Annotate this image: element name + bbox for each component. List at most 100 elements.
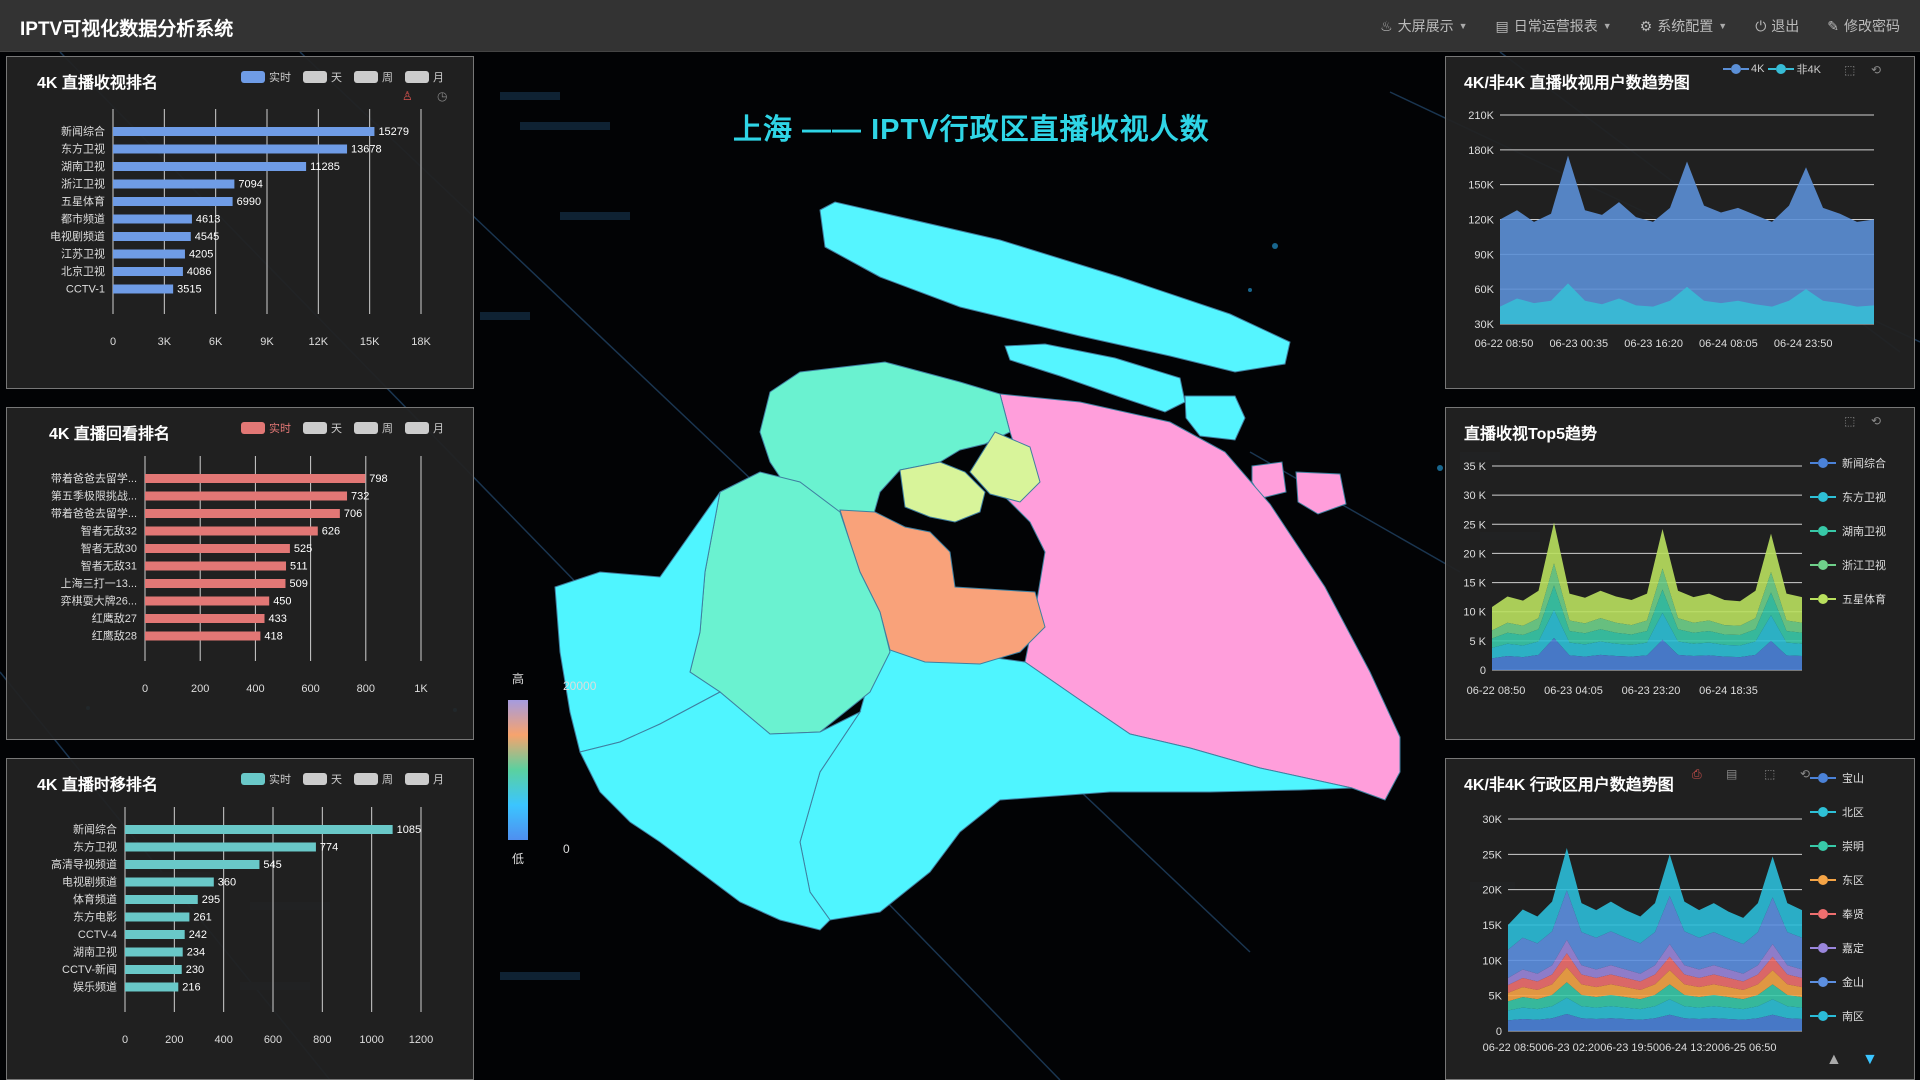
power-icon: ⏻: [1755, 17, 1767, 34]
x-tick-label: 18K: [411, 336, 431, 348]
legend-label: 崇明: [1842, 841, 1864, 853]
value-label: 732: [351, 491, 369, 503]
visualmap-max: 20000: [563, 679, 597, 693]
x-tick-label: 06-24 13:20: [1659, 1042, 1718, 1054]
bar: [125, 930, 185, 939]
nav-settings[interactable]: ⚙ 系统配置 ▼: [1640, 16, 1727, 36]
x-tick-label: 06-23 19:50: [1600, 1042, 1659, 1054]
x-tick-label: 600: [264, 1034, 282, 1046]
legend-label: 北区: [1842, 807, 1864, 819]
legend-item[interactable]: 东方卫视: [1810, 480, 1886, 514]
value-label: 295: [202, 894, 220, 906]
legend-swatch: [1810, 875, 1836, 885]
category-label: 东方卫视: [73, 840, 117, 854]
value-label: 450: [273, 596, 291, 608]
x-tick-label: 400: [214, 1034, 232, 1046]
y-tick-label: 25K: [1482, 849, 1502, 861]
value-label: 13678: [351, 144, 382, 156]
y-tick-label: 30K: [1482, 814, 1502, 826]
legend-item[interactable]: 金山: [1810, 965, 1864, 999]
value-label: 230: [186, 964, 204, 976]
bar: [125, 842, 316, 852]
legend-item[interactable]: 新闻综合: [1810, 446, 1886, 480]
legend-item[interactable]: 东区: [1810, 863, 1864, 897]
nav-dashboard-label: 大屏展示: [1397, 18, 1454, 34]
bar-chart-replay: 0 200 400 600 800 1K 带着爸爸去留学... 798 第五季极限挑战... 73…: [51, 456, 428, 695]
bar: [145, 631, 261, 641]
nav-reports[interactable]: ▤ 日常运营报表 ▼: [1496, 16, 1612, 36]
x-tick-label: 200: [165, 1034, 183, 1046]
category-label: 智者无敌30: [81, 541, 137, 555]
legend-label: 五星体育: [1842, 594, 1886, 606]
legend-item[interactable]: 嘉定: [1810, 931, 1864, 965]
visualmap-slider[interactable]: [508, 700, 528, 840]
category-label: 红鹰敌27: [92, 611, 137, 625]
legend-item[interactable]: 北区: [1810, 795, 1864, 829]
value-label: 216: [182, 982, 200, 994]
x-tick-label: 06-25 06:50: [1718, 1042, 1777, 1054]
y-tick-label: 15K: [1482, 920, 1502, 932]
chevron-down-icon: ▼: [1458, 21, 1468, 31]
legend-item[interactable]: 湖南卫视: [1810, 514, 1886, 548]
legend-item[interactable]: 五星体育: [1810, 582, 1886, 616]
y-tick-label: 0: [1496, 1026, 1502, 1038]
nav-reports-label: 日常运营报表: [1513, 18, 1598, 34]
category-label: 浙江卫视: [61, 177, 105, 191]
replay-rank-panel: 4K 直播回看排名 实时 天 周 月 0 200 400 600 800 1K 带着爸爸去留…: [6, 407, 474, 740]
x-tick-label: 400: [246, 683, 264, 695]
scroll-up-icon[interactable]: ▲: [1826, 1051, 1842, 1069]
category-label: 东方电影: [73, 910, 117, 924]
legend-label: 奉贤: [1842, 909, 1864, 921]
value-label: 6990: [237, 196, 261, 208]
value-label: 798: [369, 473, 387, 485]
x-tick-label: 1200: [409, 1034, 433, 1046]
category-label: 智者无敌32: [81, 524, 137, 538]
x-tick-label: 1000: [359, 1034, 383, 1046]
legend-item[interactable]: 崇明: [1810, 829, 1864, 863]
legend-swatch: [1810, 807, 1836, 817]
y-tick-label: 20K: [1482, 885, 1502, 897]
nav-logout[interactable]: ⏻ 退出: [1755, 16, 1799, 36]
nav-dashboard[interactable]: ♨ 大屏展示 ▼: [1380, 16, 1467, 36]
legend-item[interactable]: 奉贤: [1810, 897, 1864, 931]
district-panel: 4K/非4K 行政区用户数趋势图 ⎙ ▤ ⬚ ⟲ 0 5K 10K 15K 20K 25K…: [1445, 758, 1915, 1080]
legend-swatch: [1810, 594, 1836, 604]
y-tick-label: 90K: [1474, 249, 1494, 261]
legend-label: 南区: [1842, 1011, 1864, 1023]
legend-label: 嘉定: [1842, 943, 1864, 955]
legend-label: 湖南卫视: [1842, 526, 1886, 538]
bar: [125, 912, 190, 922]
category-label: 娱乐频道: [73, 980, 117, 994]
value-label: 261: [193, 912, 211, 924]
category-label: 上海三打一13...: [61, 576, 137, 590]
bar: [113, 127, 375, 136]
bar: [125, 877, 214, 887]
value-label: 511: [290, 561, 308, 573]
bar: [113, 249, 185, 259]
legend-item[interactable]: 浙江卫视: [1810, 548, 1886, 582]
x-tick-label: 06-22 08:50: [1475, 338, 1534, 350]
top5-panel: 直播收视Top5趋势 ⬚ ⟲ 05 K 10 K 15 K 20 K 25 K 30 K3…: [1445, 407, 1915, 740]
x-tick-label: 06-24 18:35: [1699, 685, 1758, 697]
bar: [113, 197, 233, 206]
series-legend: 宝山北区崇明东区奉贤嘉定金山南区: [1810, 761, 1864, 1033]
x-tick-label: 0: [142, 683, 148, 695]
y-tick-label: 150K: [1468, 180, 1494, 192]
legend-swatch: [1810, 560, 1836, 570]
legend-item[interactable]: 南区: [1810, 999, 1864, 1033]
x-tick-label: 06-23 02:20: [1541, 1042, 1600, 1054]
x-tick-label: 1K: [414, 683, 428, 695]
flame-icon: ♨: [1380, 17, 1393, 34]
nav-change-password-label: 修改密码: [1844, 18, 1900, 34]
nav-change-password[interactable]: ✎ 修改密码: [1827, 16, 1900, 36]
bar: [113, 214, 192, 224]
bar: [125, 965, 182, 974]
value-label: 774: [320, 842, 338, 854]
category-label: 北京卫视: [61, 264, 105, 278]
y-tick-label: 10 K: [1463, 607, 1486, 619]
bar: [113, 144, 348, 154]
legend-item[interactable]: 宝山: [1810, 761, 1864, 795]
value-label: 234: [187, 947, 205, 959]
scroll-down-icon[interactable]: ▼: [1862, 1051, 1878, 1069]
bar: [113, 267, 183, 276]
